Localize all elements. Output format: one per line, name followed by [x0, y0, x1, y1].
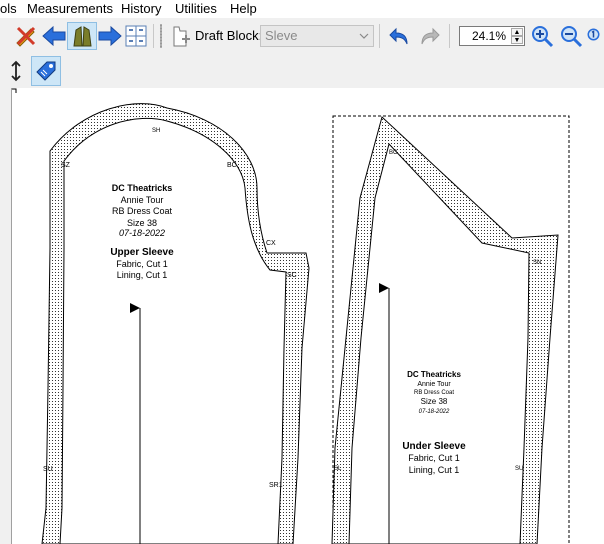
- draft-block-value: Sleve: [265, 28, 298, 43]
- upper-show-text: Annie Tour: [121, 195, 164, 205]
- notch-cx-label: CX: [266, 240, 276, 247]
- notch-sr-label: SR1: [269, 482, 283, 489]
- menu-tools[interactable]: ols: [0, 1, 17, 16]
- draft-mode-button[interactable]: [67, 22, 97, 50]
- pencil-ruler-icon[interactable]: [12, 22, 40, 50]
- under-fabric-text: Fabric, Cut 1: [408, 453, 460, 463]
- upper-sleeve-piece[interactable]: SH SZ BC CX SC SU SR1 DC Theatricks Anni…: [41, 103, 310, 544]
- under-size-text: Size 38: [421, 397, 448, 406]
- toolbar-separator: [449, 24, 450, 48]
- under-sleeve-labels: DC Theatricks Annie Tour RB Dress Coat S…: [402, 370, 466, 475]
- under-company-text: DC Theatricks: [407, 370, 461, 379]
- under-lining-text: Lining, Cut 1: [409, 465, 460, 475]
- notch-sl-label: SL: [334, 466, 342, 472]
- menu-bar: ols Measurements History Utilities Help: [0, 0, 604, 18]
- arrow-right-icon[interactable]: [96, 22, 124, 50]
- new-block-icon[interactable]: [166, 22, 194, 50]
- upper-fabric-text: Fabric, Cut 1: [116, 259, 168, 269]
- menu-utilities[interactable]: Utilities: [175, 1, 217, 16]
- zoom-input[interactable]: 24.1% ▲ ▼: [459, 26, 525, 46]
- notch-sn-label: SN: [533, 260, 541, 266]
- menu-help[interactable]: Help: [230, 1, 257, 16]
- draft-block-label: Draft Block:: [195, 28, 263, 43]
- under-date-text: 07-18-2022: [419, 409, 450, 415]
- upper-lining-text: Lining, Cut 1: [117, 270, 168, 280]
- upper-garment-text: RB Dress Coat: [112, 206, 173, 216]
- under-garment-text: RB Dress Coat: [414, 390, 454, 396]
- undo-icon[interactable]: [385, 22, 413, 50]
- main-toolbar: Draft Block: Sleve 24.1% ▲ ▼: [0, 18, 604, 55]
- menu-measurements[interactable]: Measurements: [27, 1, 113, 16]
- under-sleeve-piece[interactable]: BC SN SL SU DC Theatricks Annie Tour RB …: [331, 115, 570, 544]
- notch-su-label: SU: [515, 466, 523, 472]
- under-show-text: Annie Tour: [417, 381, 451, 388]
- under-piece-name-text: Under Sleeve: [402, 441, 466, 452]
- secondary-toolbar: [0, 54, 604, 88]
- upper-sleeve-labels: DC Theatricks Annie Tour RB Dress Coat S…: [110, 183, 174, 280]
- corner-mark: [12, 88, 17, 93]
- notch-sc-label: SC: [287, 272, 297, 279]
- upper-date-text: 07-18-2022: [119, 228, 165, 238]
- redo-icon[interactable]: [416, 22, 444, 50]
- zoom-value: 24.1%: [471, 29, 506, 43]
- notch-bc-label: BC: [389, 150, 398, 156]
- arrow-left-icon[interactable]: [40, 22, 68, 50]
- zoom-out-icon[interactable]: [557, 22, 585, 50]
- toolbar-grip[interactable]: [160, 24, 162, 48]
- notch-sz-label: SZ: [61, 162, 71, 169]
- layout-icon[interactable]: [122, 22, 150, 50]
- notch-sh-label: SH: [152, 128, 160, 134]
- chevron-down-icon: [359, 26, 369, 52]
- notch-bc-label: BC: [227, 162, 237, 169]
- spin-up-icon[interactable]: ▲: [511, 28, 523, 36]
- vertical-ruler: [0, 88, 12, 544]
- upper-company-text: DC Theatricks: [112, 183, 173, 193]
- tag-icon[interactable]: [31, 56, 61, 86]
- toolbar-separator: [379, 24, 380, 48]
- upper-size-text: Size 38: [127, 218, 157, 228]
- vertical-arrow-icon[interactable]: [2, 57, 30, 85]
- upper-piece-name-text: Upper Sleeve: [110, 247, 174, 258]
- zoom-in-icon[interactable]: [528, 22, 556, 50]
- pattern-scene[interactable]: SH SZ BC CX SC SU SR1 DC Theatricks Anni…: [12, 88, 604, 544]
- menu-history[interactable]: History: [121, 1, 161, 16]
- spin-down-icon[interactable]: ▼: [511, 36, 523, 44]
- draft-block-select[interactable]: Sleve: [260, 25, 374, 47]
- toolbar-separator: [153, 24, 154, 48]
- zoom-original-icon[interactable]: [586, 22, 604, 50]
- notch-su-label: SU: [43, 466, 53, 473]
